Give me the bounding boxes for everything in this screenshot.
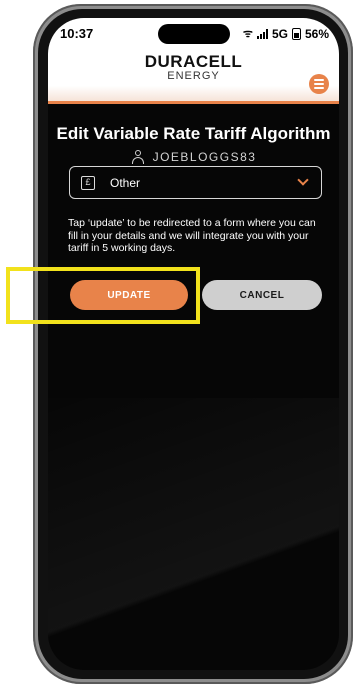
- status-bar: 10:37 ᯤ 5G 56%: [48, 18, 339, 50]
- hamburger-icon-line: [314, 83, 324, 85]
- pound-icon: £: [81, 176, 95, 190]
- info-text: Tap ‘update’ to be redirected to a form …: [68, 217, 316, 254]
- page-title: Edit Variable Rate Tariff Algorithm: [56, 124, 331, 143]
- battery-icon: [291, 27, 301, 40]
- tariff-select-value: Other: [110, 176, 141, 190]
- chevron-down-icon: [297, 174, 309, 186]
- status-indicators: ᯤ 5G 56%: [243, 26, 329, 41]
- hamburger-icon-line: [314, 87, 324, 89]
- battery-percent: 56%: [304, 26, 329, 41]
- logo-main-text: DURACELL: [144, 52, 243, 71]
- wifi-icon: ᯤ: [242, 28, 253, 40]
- dynamic-island: [158, 24, 230, 44]
- logo-sub-text: ENERGY: [167, 70, 220, 82]
- highlight-annotation: [6, 267, 200, 324]
- user-row: JOEBLOGGS83: [48, 150, 339, 164]
- app-header: DURACELL ENERGY: [48, 50, 339, 104]
- hamburger-icon: [314, 79, 324, 81]
- network-label: 5G: [271, 26, 288, 41]
- phone-screen: 10:37 ᯤ 5G 56% DURACELL ENERGY Edit Vari…: [48, 18, 339, 670]
- status-time: 10:37: [60, 26, 94, 41]
- username: JOEBLOGGS83: [152, 150, 257, 164]
- tariff-select[interactable]: £ Other: [69, 166, 322, 199]
- menu-button[interactable]: [309, 74, 329, 94]
- duracell-logo: DURACELL ENERGY: [48, 52, 339, 82]
- user-icon: [131, 150, 145, 164]
- cancel-button[interactable]: CANCEL: [202, 280, 322, 310]
- signal-icon: [256, 28, 268, 39]
